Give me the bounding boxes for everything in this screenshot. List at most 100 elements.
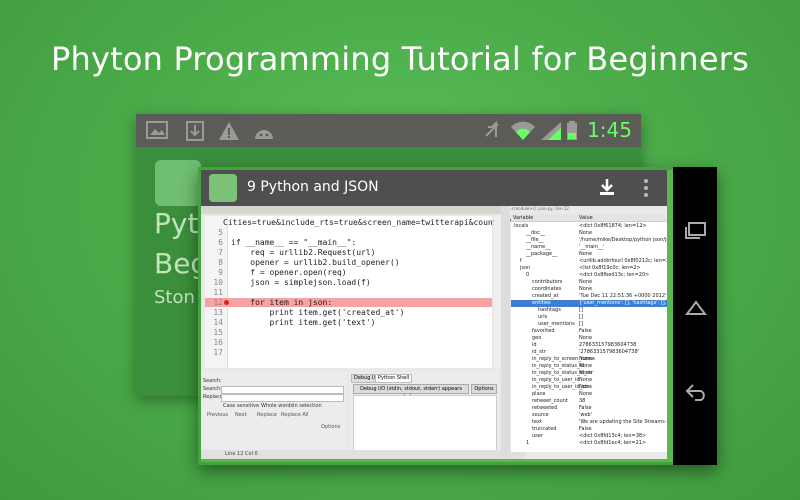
variable-row[interactable]: id 278633157983604738 [511,342,667,349]
variable-value: None [579,279,593,285]
variable-value: 'Tue Dec 11 22:51:36 +0000 2012' [579,293,667,299]
variable-name: 0 [526,272,530,278]
variable-row[interactable]: retweeted False [511,405,667,412]
variable-row[interactable]: source 'web' [511,412,667,419]
app-logo [155,160,201,206]
back-icon[interactable] [685,383,709,405]
editor-tabs [201,206,501,214]
debug-output[interactable] [353,395,497,454]
code-line: 9 f = opener.open(req) [205,268,492,277]
variable-value: <urllib.addinfourl 0x8f0212c; len=2> [579,258,667,264]
variable-row[interactable]: __file__ '/home/mike/Desktop/python json/… [511,237,667,244]
variable-value: <dict 0x8fd13c4; len=38> [579,433,647,439]
variable-row[interactable]: user <dict 0x8fd13c4; len=38> [511,433,667,440]
variable-row[interactable]: in_reply_to_user_id_str None [511,384,667,391]
replace-button[interactable]: Replace [257,412,277,418]
variable-value: <dict 0x8fbed13c; len=20> [579,272,650,278]
android-icon [252,121,276,145]
code-line: 17 [205,348,492,357]
variable-row[interactable]: f <urllib.addinfourl 0x8f0212c; len=2> [511,258,667,265]
variable-row[interactable]: truncated False [511,426,667,433]
variable-row[interactable]: urls [] [511,314,667,321]
action-bar: 9 Python and JSON [201,170,667,206]
debug-io-button[interactable]: Debug I/O (stdin, stdout, stderr) appear… [353,384,469,400]
value-column-header: Value [579,215,593,221]
whole-words-checkbox[interactable]: Whole words [261,403,293,409]
variable-name: text [532,419,542,425]
variable-row[interactable]: __doc__ None [511,230,667,237]
variable-row[interactable]: favorited False [511,328,667,335]
variable-row[interactable]: __name__ '__main__' [511,244,667,251]
variable-value: None [579,251,593,257]
variable-value: None [579,356,593,362]
variable-row[interactable]: retweet_count 38 [511,398,667,405]
breakpoint-icon[interactable] [224,300,229,305]
variable-name: contributors [532,279,563,285]
variable-row[interactable]: 0 <dict 0x8fbed13c; len=20> [511,272,667,279]
tab-python-shell[interactable]: Python Shell [375,374,413,383]
in-selection-checkbox[interactable]: In selection [293,403,322,409]
variable-row[interactable]: in_reply_to_user_id None [511,377,667,384]
variable-row[interactable]: created_at 'Tue Dec 11 22:51:36 +0000 201… [511,293,667,300]
search-input[interactable] [221,386,344,394]
search-label: Search: [203,378,222,384]
stack-frame-label: <module>(): json.py, line 12 [511,206,667,214]
variable-name: geo [532,335,542,341]
code-text: Cities=true&include_rts=true&screen_name… [223,218,512,227]
recent-apps-icon[interactable] [685,222,707,244]
lesson-title: 9 Python and JSON [247,179,379,195]
variable-value: [] [579,321,583,327]
overflow-menu-icon[interactable] [643,178,649,202]
variable-value: {'user_mentions': [], 'hashtags': [], 'u… [579,300,667,306]
home-icon[interactable] [685,299,707,321]
variable-row[interactable]: __package__ None [511,251,667,258]
case-sensitive-checkbox[interactable]: Case sensitive [223,403,259,409]
code-line: Cities=true&include_rts=true&screen_name… [205,218,512,227]
variable-row[interactable]: coordinates None [511,286,667,293]
line-number: 9 [218,268,223,277]
variable-value: False [579,328,592,334]
variable-row[interactable]: place None [511,391,667,398]
replace-all-button[interactable]: Replace All [281,412,309,418]
search-panel: Search: Search: Replace: Case sensitive … [201,372,347,456]
variable-row[interactable]: hashtags [] [511,307,667,314]
code-text: print item.get('text') [231,318,376,327]
code-editor[interactable]: Cities=true&include_rts=true&screen_name… [205,216,512,368]
search-options-button[interactable]: Options [321,424,340,430]
variable-name: source [532,412,549,418]
replace-input[interactable] [221,394,344,402]
variable-value: False [579,426,592,432]
download-icon [186,121,204,145]
variable-row[interactable]: id_str '278633157983604738' [511,349,667,356]
variable-row[interactable]: text 'We are updating the Site Streams cl… [511,419,667,426]
variable-name: hashtags [538,307,561,313]
variable-row[interactable]: geo None [511,335,667,342]
download-icon[interactable] [599,178,615,200]
code-line: 16 [205,338,492,347]
variable-row[interactable]: user_mentions [] [511,321,667,328]
variable-row[interactable]: in_reply_to_status_id None [511,363,667,370]
variable-value: '/home/mike/Desktop/python json/json.py' [579,237,667,243]
previous-button[interactable]: Previous [207,412,228,418]
android-nav-bar [673,167,717,465]
variable-name: __file__ [526,237,544,243]
variable-row[interactable]: json <list 0x8f19c0c; len=2> [511,265,667,272]
variable-row[interactable]: locals <dict 0x8f61874; len=12> [511,223,667,230]
app-logo[interactable] [209,174,237,202]
code-line: 8 opener = urllib2.build_opener() [205,258,492,267]
side-tabs[interactable] [501,206,510,459]
variable-value: None [579,230,593,236]
variables-panel[interactable]: Variable Value locals <dict 0x8f61874; le… [511,214,667,452]
headline: Phyton Programming Tutorial for Beginner… [50,40,750,78]
variable-row[interactable]: entities {'user_mentions': [], 'hashtags'… [511,300,667,307]
variable-row[interactable]: in_reply_to_status_id_str None [511,370,667,377]
variable-row[interactable]: contributors None [511,279,667,286]
variable-value: 'We are updating the Site Streams cluste… [579,419,667,425]
variable-value: None [579,335,593,341]
variable-row[interactable]: 1 <dict 0x8fd1ec4; len=21> [511,440,667,447]
variable-value: None [579,391,593,397]
variable-row[interactable]: in_reply_to_screen_name None [511,356,667,363]
next-button[interactable]: Next [235,412,247,418]
variable-name: created_at [532,293,559,299]
debug-options-button[interactable]: Options [471,384,497,394]
